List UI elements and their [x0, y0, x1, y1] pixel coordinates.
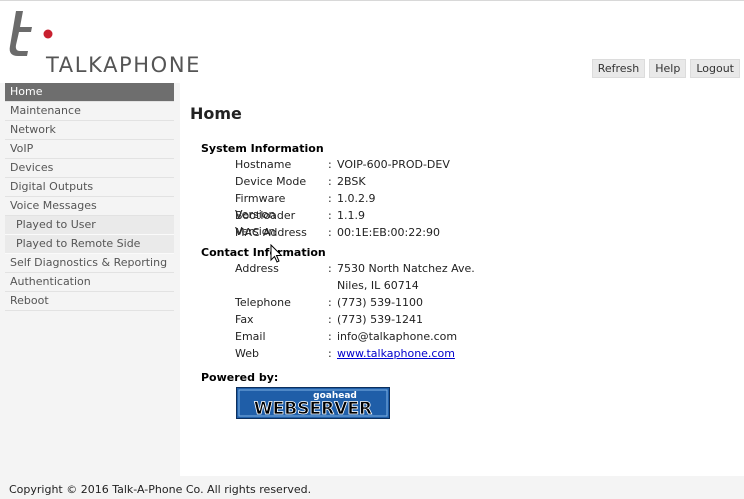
- sidebar-item-reboot[interactable]: Reboot: [5, 292, 174, 311]
- sidebar-subitem-played-to-user[interactable]: Played to User: [5, 216, 174, 235]
- refresh-button[interactable]: Refresh: [591, 59, 646, 78]
- sidebar-item-authentication[interactable]: Authentication: [5, 273, 174, 292]
- fax-value: (773) 539-1241: [337, 313, 424, 326]
- sidebar-item-voip[interactable]: VoIP: [5, 140, 174, 159]
- bootloader-value: 1.1.9: [337, 209, 365, 222]
- firmware-row: Firmware Version:1.0.2.9: [235, 192, 376, 221]
- mouse-pointer-icon: [270, 244, 283, 263]
- device-mode-row: Device Mode:2BSK: [235, 175, 366, 188]
- mac-row: MAC Address:00:1E:EB:00:22:90: [235, 226, 440, 239]
- contact-info-heading: Contact Information: [201, 246, 326, 259]
- bootloader-label: Bootloader Version: [235, 209, 296, 238]
- firmware-label: Firmware Version: [235, 192, 286, 221]
- goahead-webserver-badge[interactable]: goahead WEBSERVER: [236, 387, 390, 419]
- website-link[interactable]: www.talkaphone.com: [337, 347, 455, 360]
- sidebar-item-voice-messages[interactable]: Voice Messages: [5, 197, 174, 216]
- sidebar-subitem-played-to-remote-side[interactable]: Played to Remote Side: [5, 235, 174, 254]
- telephone-value: (773) 539-1100: [337, 296, 424, 309]
- hostname-row: Hostname: VOIP-600-PROD-DEV: [235, 158, 450, 171]
- sidebar-item-maintenance[interactable]: Maintenance: [5, 102, 174, 121]
- footer-copyright: Copyright © 2016 Talk-A-Phone Co. All ri…: [9, 483, 312, 496]
- main-content: Home System Information Hostname: VOIP-60…: [180, 82, 744, 476]
- sidebar-item-home[interactable]: Home: [5, 83, 174, 102]
- top-button-bar: Refresh Help Logout: [591, 59, 740, 78]
- goahead-webserver-logo: goahead WEBSERVER: [237, 388, 389, 419]
- address-line2: Niles, IL 60714: [337, 279, 419, 292]
- sidebar-item-devices[interactable]: Devices: [5, 159, 174, 178]
- page-title: Home: [190, 104, 242, 123]
- mac-value: 00:1E:EB:00:22:90: [337, 226, 440, 239]
- device-mode-value: 2BSK: [337, 175, 366, 188]
- powered-by-heading: Powered by:: [201, 371, 279, 384]
- device-mode-label: Device Mode: [235, 175, 307, 188]
- bootloader-row: Bootloader Version:1.1.9: [235, 209, 365, 238]
- sidebar-nav: Home Maintenance Network VoIP Devices Di…: [5, 83, 174, 311]
- sidebar-item-digital-outputs[interactable]: Digital Outputs: [5, 178, 174, 197]
- help-button[interactable]: Help: [649, 59, 687, 78]
- hostname-label: Hostname: [235, 158, 292, 171]
- logo-t-icon: [9, 11, 53, 56]
- talkaphone-logo: TALKAPHONE: [6, 9, 216, 81]
- email-value: info@talkaphone.com: [337, 330, 458, 343]
- logo-wordmark: TALKAPHONE: [46, 53, 201, 77]
- web-row: Web: www.talkaphone.com: [235, 347, 455, 360]
- logout-button[interactable]: Logout: [690, 59, 740, 78]
- sidebar-item-self-diagnostics[interactable]: Self Diagnostics & Reporting: [5, 254, 174, 273]
- system-info-heading: System Information: [201, 142, 324, 155]
- telephone-label: Telephone: [235, 296, 291, 309]
- hostname-value: VOIP-600-PROD-DEV: [337, 158, 450, 171]
- email-label: Email: [235, 330, 266, 343]
- header: TALKAPHONE Refresh Help Logout: [0, 0, 744, 83]
- fax-label: Fax: [235, 313, 254, 326]
- sidebar-item-network[interactable]: Network: [5, 121, 174, 140]
- firmware-value: 1.0.2.9: [337, 192, 376, 205]
- web-label: Web: [235, 347, 259, 360]
- address-line1: 7530 North Natchez Ave.: [337, 262, 475, 275]
- fax-row: Fax: (773) 539-1241: [235, 313, 424, 326]
- mac-label: MAC Address: [235, 226, 307, 239]
- telephone-row: Telephone: (773) 539-1100: [235, 296, 424, 309]
- email-row: Email: info@talkaphone.com: [235, 330, 458, 343]
- badge-main-text: WEBSERVER: [254, 399, 372, 418]
- address-row-2: Niles, IL 60714: [235, 278, 419, 294]
